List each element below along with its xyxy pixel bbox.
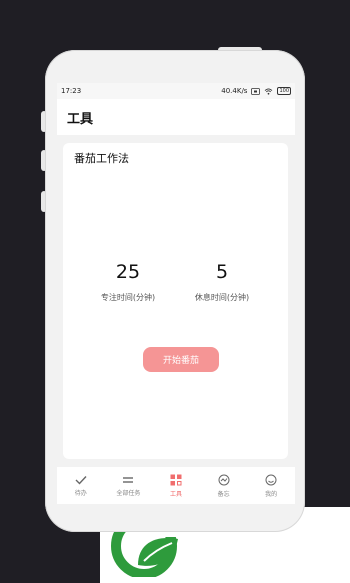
bottom-tab-bar: 待办 全部任务 工具 备忘 我的 (57, 467, 295, 504)
sim-icon (251, 87, 261, 95)
check-icon (75, 475, 87, 485)
memo-icon (218, 474, 230, 485)
tab-profile-label: 我的 (265, 490, 278, 498)
tab-tools[interactable]: 工具 (152, 467, 200, 504)
status-time: 17:23 (61, 87, 82, 95)
pomodoro-card: 番茄工作法 25 专注时间(分钟) 5 休息时间(分钟) 开始番茄 (63, 143, 288, 459)
tab-todo-label: 待办 (74, 489, 87, 497)
grid-icon (170, 474, 182, 485)
rest-minutes-label: 休息时间(分钟) (194, 293, 250, 302)
profile-icon (265, 474, 277, 485)
list-icon (123, 476, 134, 483)
focus-time-setting[interactable]: 25 专注时间(分钟) (78, 261, 178, 303)
tab-tools-label: 工具 (169, 490, 182, 498)
page-title: 工具 (67, 111, 94, 127)
tab-all-tasks[interactable]: 全部任务 (105, 467, 153, 504)
phone-screen: 17:23 40.4K/s 100 工具 番茄工作法 25 专注时间(分钟) 5… (57, 83, 295, 504)
rest-minutes-value[interactable]: 5 (172, 261, 272, 283)
network-speed: 40.4K/s (221, 87, 248, 95)
pomodoro-title: 番茄工作法 (74, 152, 129, 165)
battery-icon: 100 (277, 87, 291, 95)
wifi-icon (265, 87, 273, 95)
app-header: 工具 (57, 99, 295, 135)
tab-memo-label: 备忘 (217, 490, 230, 498)
start-pomodoro-button[interactable]: 开始番茄 (143, 347, 219, 372)
focus-minutes-value[interactable]: 25 (78, 261, 178, 283)
tab-profile[interactable]: 我的 (247, 467, 295, 504)
tab-all-tasks-label: 全部任务 (116, 489, 141, 497)
tab-memo[interactable]: 备忘 (200, 467, 248, 504)
tab-todo[interactable]: 待办 (57, 467, 105, 504)
status-right: 40.4K/s 100 (221, 87, 291, 95)
status-bar: 17:23 40.4K/s 100 (57, 83, 295, 99)
focus-minutes-label: 专注时间(分钟) (100, 293, 156, 302)
rest-time-setting[interactable]: 5 休息时间(分钟) (172, 261, 272, 303)
